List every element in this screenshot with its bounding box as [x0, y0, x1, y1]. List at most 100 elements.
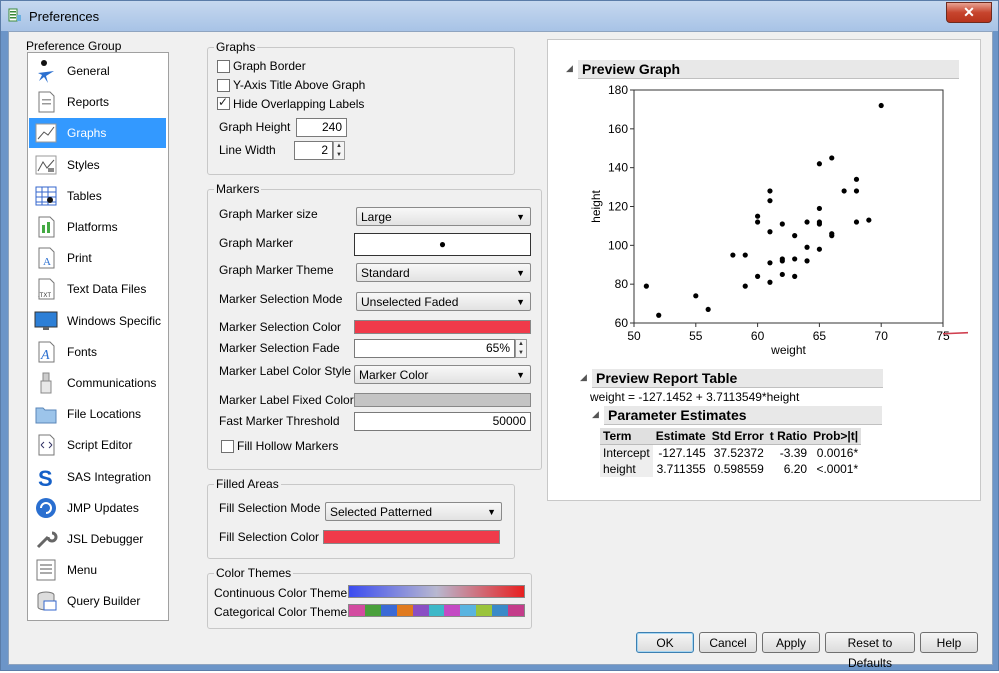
sidebar-item-label: File Locations: [67, 407, 142, 422]
graph-border-checkbox[interactable]: [217, 60, 230, 73]
line-width-field[interactable]: 2: [294, 141, 333, 160]
y-tick-label: 140: [608, 161, 628, 175]
data-point: [779, 256, 785, 262]
table-row: Intercept -127.145 37.52372 -3.39 0.0016*: [600, 444, 861, 461]
sidebar-item-label: Print: [67, 251, 92, 266]
line-width-spinner[interactable]: ▲ ▼: [333, 141, 345, 160]
sidebar-item-print[interactable]: A Print: [29, 243, 166, 273]
graph-height-field[interactable]: 240: [296, 118, 347, 137]
data-point: [853, 176, 860, 182]
spin-up-icon[interactable]: ▲: [516, 340, 526, 349]
disclosure-triangle-icon[interactable]: ◢: [580, 372, 587, 383]
table-header-cell: t Ratio: [766, 428, 811, 445]
graph-marker-size-select[interactable]: Large ▼: [356, 207, 531, 226]
sidebar-item-label: Communications: [67, 376, 157, 390]
data-point: [804, 219, 810, 225]
preview-graph-header[interactable]: ◢ Preview Graph: [566, 60, 959, 79]
data-point: [767, 279, 773, 285]
apply-button[interactable]: Apply: [762, 632, 820, 653]
help-button[interactable]: Help: [920, 632, 978, 653]
data-point: [792, 256, 798, 262]
data-point: [705, 306, 711, 313]
sidebar-item-fonts[interactable]: A Fonts: [29, 337, 166, 367]
fill-selection-mode-select[interactable]: Selected Patterned ▼: [325, 502, 502, 521]
text-data-files-icon: .TXT: [38, 278, 55, 300]
sidebar-item-graphs[interactable]: Graphs: [29, 118, 166, 149]
sidebar-item-jmp-updates[interactable]: JMP Updates: [29, 493, 166, 523]
cancel-button[interactable]: Cancel: [699, 632, 757, 653]
script-editor-icon: [38, 434, 55, 456]
graph-marker-theme-select[interactable]: Standard ▼: [356, 263, 531, 282]
graph-marker-picker[interactable]: ●: [354, 233, 531, 256]
fast-marker-threshold-field[interactable]: 50000: [354, 412, 531, 431]
marker-label-color-style-select[interactable]: Marker Color ▼: [354, 365, 531, 384]
categorical-color-theme-swatch[interactable]: [348, 604, 525, 617]
dropdown-arrow-icon: ▼: [516, 370, 525, 380]
data-point: [853, 188, 860, 194]
fill-selection-color-swatch[interactable]: [323, 530, 500, 544]
marker-selection-color-swatch[interactable]: [354, 320, 531, 334]
data-point: [841, 188, 847, 194]
spin-down-icon[interactable]: ▼: [334, 151, 344, 160]
data-point: [829, 231, 835, 237]
data-point: [755, 219, 761, 225]
categorical-color-cell: [396, 605, 413, 616]
sidebar-item-menu[interactable]: Menu: [29, 555, 166, 585]
preview-report-table-header[interactable]: ◢ Preview Report Table: [580, 369, 883, 388]
sidebar-item-label: Graphs: [67, 126, 107, 141]
sidebar-item-label: Text Data Files: [67, 282, 147, 297]
hide-overlapping-labels-checkbox[interactable]: [217, 95, 230, 110]
marker-selection-mode-select[interactable]: Unselected Faded ▼: [356, 292, 531, 311]
spin-down-icon[interactable]: ▼: [516, 349, 526, 358]
color-themes-group-title: Color Themes: [214, 566, 294, 580]
x-tick-label: 60: [751, 329, 765, 343]
sidebar-item-platforms[interactable]: Platforms: [29, 212, 166, 242]
close-button[interactable]: ✕: [946, 2, 992, 23]
sidebar-item-reports[interactable]: Reports: [29, 87, 166, 117]
parameter-estimates-table: Term Estimate Std Error t Ratio Prob>|t| Inte…: [600, 428, 862, 477]
sidebar-item-file-locations[interactable]: File Locations: [29, 399, 166, 429]
ok-button[interactable]: OK: [636, 632, 694, 653]
data-point: [643, 283, 649, 289]
sidebar-item-tables[interactable]: Tables: [29, 181, 166, 211]
marker-label-fixed-color-swatch[interactable]: [354, 393, 531, 407]
data-point: [829, 155, 835, 161]
reset-to-defaults-button[interactable]: Reset to Defaults: [825, 632, 915, 670]
sas-icon: S: [38, 466, 53, 489]
y-axis-title-checkbox[interactable]: [217, 79, 230, 92]
dropdown-arrow-icon: ▼: [516, 297, 525, 307]
title-bar[interactable]: Preferences ✕: [1, 1, 998, 31]
sidebar-item-styles[interactable]: Styles: [29, 150, 166, 180]
sidebar-item-label: SAS Integration: [67, 469, 152, 484]
sidebar-item-text-data-files[interactable]: .TXT Text Data Files: [29, 274, 166, 304]
database-icon: [37, 591, 57, 611]
continuous-color-theme-swatch[interactable]: [348, 585, 525, 598]
sidebar-item-sas-integration[interactable]: S SAS Integration: [29, 462, 166, 492]
marker-selection-mode-label: Marker Selection Mode: [219, 292, 343, 306]
marker-selection-fade-field[interactable]: 65%: [354, 339, 515, 358]
plot-frame: [633, 89, 944, 324]
sidebar-item-query-builder[interactable]: Query Builder: [29, 586, 166, 616]
fill-selection-color-label: Fill Selection Color: [219, 530, 320, 544]
disclosure-triangle-icon[interactable]: ◢: [592, 409, 599, 420]
marker-selection-fade-spinner[interactable]: ▲ ▼: [515, 339, 527, 358]
preference-group-list[interactable]: General Reports Graphs Styles Tables Platform…: [27, 52, 169, 621]
marker-selection-color-label: Marker Selection Color: [219, 320, 342, 334]
preview-panel: ◢ Preview Graph 50 55 60 65 70 75 60 80 100 120 14…: [547, 39, 981, 501]
y-tick-label: 100: [608, 238, 628, 252]
table-row: height 3.711355 0.598559 6.20 <.0001*: [600, 461, 861, 477]
sidebar-item-communications[interactable]: Communications: [29, 368, 166, 398]
fill-hollow-markers-checkbox[interactable]: [221, 440, 234, 453]
styles-icon: [35, 155, 57, 175]
categorical-color-cell: [476, 605, 493, 616]
sidebar-item-general[interactable]: General: [29, 56, 166, 86]
sidebar-item-script-editor[interactable]: Script Editor: [29, 430, 166, 460]
sidebar-item-jsl-debugger[interactable]: JSL Debugger: [29, 524, 166, 554]
sidebar-item-windows-specific[interactable]: Windows Specific: [29, 306, 166, 336]
sidebar-item-label: General: [67, 64, 110, 78]
parameter-estimates-header[interactable]: ◢ Parameter Estimates: [592, 406, 882, 425]
disclosure-triangle-icon[interactable]: ◢: [566, 63, 573, 74]
categorical-color-cell: [349, 605, 365, 616]
graph-marker-theme-value: Standard: [361, 266, 410, 280]
spin-up-icon[interactable]: ▲: [334, 142, 344, 151]
